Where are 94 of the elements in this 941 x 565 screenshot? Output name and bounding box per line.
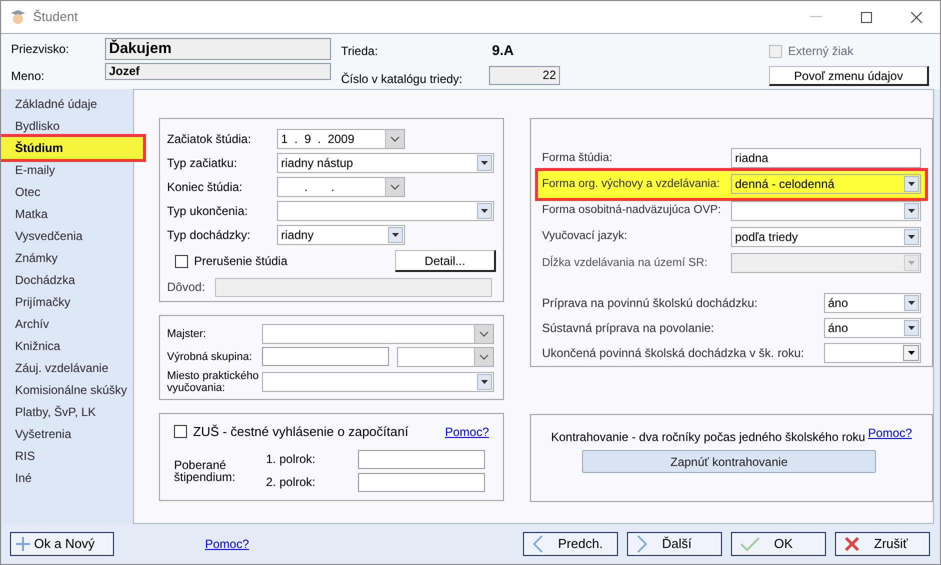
- close-icon: [844, 536, 860, 552]
- field-label: Forma org. výchovy a vzdelávania:: [542, 176, 721, 192]
- name-field: Jozef: [105, 63, 331, 80]
- maximize-icon[interactable]: [861, 12, 872, 22]
- sidebar-item[interactable]: Archív: [1, 313, 133, 335]
- text-field[interactable]: [358, 472, 485, 492]
- field-label: Meno:: [11, 68, 46, 85]
- text-field[interactable]: [262, 347, 389, 366]
- sidebar-item[interactable]: RIS: [1, 445, 133, 467]
- footer-button[interactable]: Predch.: [523, 532, 618, 556]
- sidebar-item[interactable]: Knižnica: [1, 335, 133, 357]
- help-link[interactable]: Pomoc?: [868, 424, 912, 442]
- surname-field: Ďakujem: [105, 38, 331, 60]
- chevron-icon[interactable]: [474, 325, 493, 343]
- field-label: 2. polrok:: [266, 474, 316, 491]
- dropdown-field[interactable]: [262, 372, 494, 392]
- dropdown-field[interactable]: riadny nástup: [277, 153, 494, 173]
- dropdown-field[interactable]: riadny: [277, 225, 405, 245]
- field-label: Typ dochádzky:: [167, 227, 252, 244]
- sidebar-item[interactable]: Základné údaje: [1, 93, 133, 115]
- field-label: Typ začiatku:: [167, 155, 238, 172]
- chevron-icon[interactable]: [474, 348, 493, 366]
- field-label: Sústavná príprava na povolanie:: [542, 320, 716, 337]
- field-label: Typ ukončenia:: [167, 203, 249, 220]
- sidebar-item[interactable]: Bydlisko: [1, 115, 133, 137]
- class-value: 9.A: [491, 41, 515, 60]
- ok-and-new-button[interactable]: Ok a Nový: [10, 532, 114, 556]
- dropdown-field[interactable]: podľa triedy: [731, 226, 921, 247]
- sidebar-item[interactable]: Štúdium: [1, 137, 143, 159]
- field-label: Ukončená povinná školská dochádzka v šk. roku:: [542, 345, 806, 362]
- date-field[interactable]: . .: [277, 177, 405, 197]
- dropdown-field[interactable]: denná - celodenná: [731, 174, 921, 194]
- field-label: Dôvod:: [167, 279, 206, 296]
- left-chevron-icon: [532, 535, 544, 553]
- field-label: Koniec štúdia:: [167, 179, 244, 196]
- sidebar-item[interactable]: Otec: [1, 181, 133, 203]
- help-link[interactable]: Pomoc?: [205, 535, 250, 553]
- help-link[interactable]: Pomoc?: [444, 422, 489, 441]
- field-label: Poberané štipendium:: [174, 458, 236, 482]
- field-label: Forma osobitná-nadväzujúca OVP:: [542, 203, 722, 218]
- sidebar-item[interactable]: Známky: [1, 247, 133, 269]
- checkbox[interactable]: [175, 254, 188, 268]
- field-label: Miesto praktického vyučovania:: [167, 370, 260, 394]
- chevron-icon[interactable]: [385, 178, 404, 196]
- sidebar-item[interactable]: Platby, ŠvP, LK: [1, 401, 133, 423]
- field-label: Trieda:: [341, 43, 379, 60]
- sidebar-item[interactable]: E-maily: [1, 159, 133, 181]
- allow-edit-button[interactable]: Povoľ zmenu údajov: [769, 66, 929, 86]
- field-label: Číslo v katalógu triedy:: [341, 71, 464, 88]
- window-title: Študent: [33, 8, 78, 26]
- text-field[interactable]: [358, 450, 485, 468]
- date-field[interactable]: 1 . 9 . 2009: [277, 129, 405, 149]
- sidebar-item[interactable]: Matka: [1, 203, 133, 225]
- field-label: Vyučovací jazyk:: [542, 229, 628, 244]
- catalog-number-field: 22: [489, 66, 560, 85]
- dropdown-field[interactable]: [262, 324, 494, 344]
- sidebar-item[interactable]: Komisionálne skúšky: [1, 379, 133, 401]
- sidebar-item[interactable]: Iné: [1, 467, 133, 489]
- contract-button[interactable]: Zapnúť kontrahovanie: [582, 450, 876, 473]
- text-field[interactable]: riadna: [731, 148, 921, 168]
- contract-description: Kontrahovanie - dva ročníky počas jedného školského roku: [551, 429, 866, 446]
- field-label: Výrobná skupina:: [167, 351, 253, 363]
- close-icon[interactable]: [911, 12, 922, 22]
- dropdown-field[interactable]: [277, 201, 494, 221]
- field-label: Príprava na povinnú školskú dochádzku:: [542, 294, 758, 312]
- dropdown-field[interactable]: áno: [824, 318, 921, 338]
- checkbox-label: Prerušenie štúdia: [194, 253, 288, 270]
- checkbox-label: Externý žiak: [788, 43, 854, 60]
- sidebar-item[interactable]: Vyšetrenia: [1, 423, 133, 445]
- field-label: Priezvisko:: [11, 41, 70, 58]
- detail-button[interactable]: Detail...: [395, 250, 496, 272]
- dropdown-field[interactable]: [824, 343, 921, 364]
- footer-button[interactable]: Zrušiť: [835, 532, 930, 556]
- checkmark-icon: [740, 537, 760, 551]
- footer-button[interactable]: OK: [731, 532, 826, 556]
- field-label: Forma štúdia:: [542, 150, 614, 166]
- sidebar-item[interactable]: Dochádzka: [1, 269, 133, 291]
- dropdown-field[interactable]: [397, 347, 494, 367]
- sidebar-item[interactable]: Vysvedčenia: [1, 225, 133, 247]
- field-label: Majster:: [167, 328, 208, 340]
- sidebar-item[interactable]: Záuj. vzdelávanie: [1, 357, 133, 379]
- plus-icon: [16, 537, 30, 551]
- chevron-icon[interactable]: [385, 130, 404, 148]
- field-label: Dĺžka vzdelávania na území SR:: [542, 254, 709, 271]
- dropdown-field[interactable]: áno: [824, 292, 921, 313]
- footer-button[interactable]: Ďalší: [627, 532, 722, 556]
- sidebar-item[interactable]: Prijímačky: [1, 291, 133, 313]
- checkbox-label: ZUŠ - čestné vyhlásenie o započítaní: [193, 423, 410, 441]
- field-label: 1. polrok:: [266, 451, 316, 468]
- student-avatar-icon: [9, 8, 27, 26]
- right-chevron-icon: [636, 535, 648, 553]
- dropdown-field[interactable]: [731, 200, 921, 221]
- field-label: Začiatok štúdia:: [167, 131, 252, 148]
- checkbox[interactable]: [174, 425, 187, 438]
